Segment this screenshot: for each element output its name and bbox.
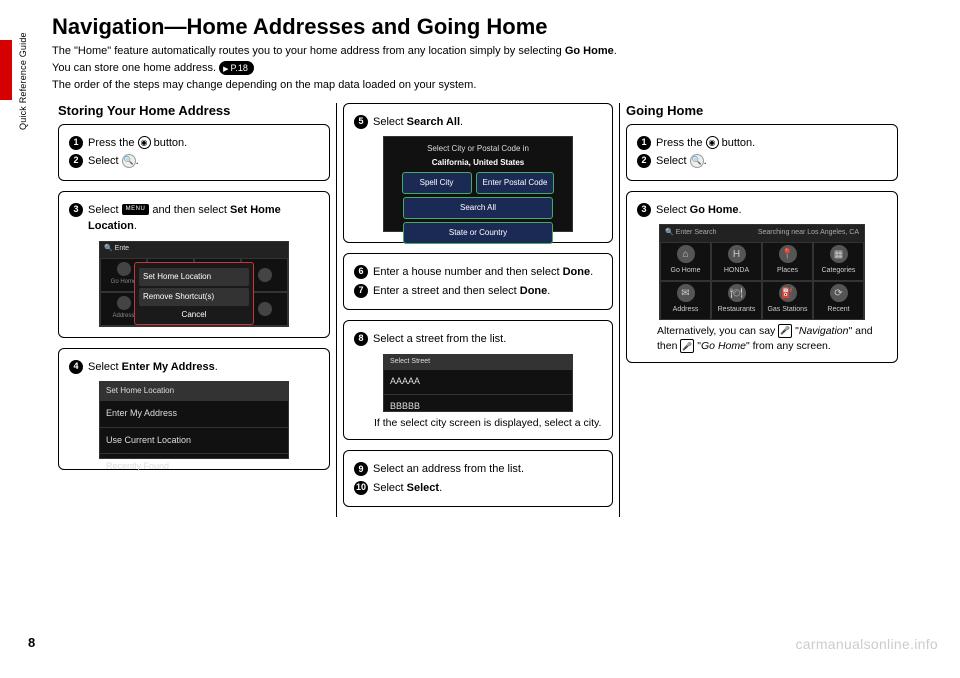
page-number: 8 [28, 635, 35, 650]
step-badge-9: 9 [354, 462, 368, 476]
screenshot-street-list: Select Street AAAAA BBBBB [383, 354, 573, 412]
screenshot-enter-my-address: Set Home Location Enter My Address Use C… [99, 381, 289, 459]
card-gh-steps-1-2: 1 Press the ◉ button. 2 Select 🔍. [626, 124, 898, 181]
column-1: Storing Your Home Address 1 Press the ◉ … [52, 103, 336, 481]
card-steps-9-10: 9 Select an address from the list. 10 Se… [343, 450, 613, 507]
step-5-text: Select Search All. [373, 114, 602, 131]
col3-heading: Going Home [626, 103, 898, 118]
gh-alt-note: Alternatively, you can say 🎤 "Navigation… [637, 322, 887, 354]
side-red-tab [0, 40, 12, 100]
card-steps-6-7: 6 Enter a house number and then select D… [343, 253, 613, 310]
gh-step-2-text: Select 🔍. [656, 153, 887, 170]
step-badge-3: 3 [69, 203, 83, 217]
step-badge-6: 6 [354, 265, 368, 279]
step-badge-2: 2 [69, 154, 83, 168]
gh-step-badge-3: 3 [637, 203, 651, 217]
page-ref-badge: P.18 [219, 61, 254, 75]
step-6-text: Enter a house number and then select Don… [373, 264, 602, 281]
search-icon: 🔍 [690, 154, 704, 168]
intro-line-3: The order of the steps may change depend… [52, 78, 938, 93]
section-label: Quick Reference Guide [18, 32, 28, 130]
step-3-text: Select MENU and then select Set Home Loc… [88, 202, 319, 235]
watermark: carmanualsonline.info [796, 636, 939, 652]
card-step-8: 8 Select a street from the list. Select … [343, 320, 613, 440]
intro-line-2: You can store one home address. P.18 [52, 61, 938, 76]
gh-step-1-text: Press the ◉ button. [656, 135, 887, 152]
step-1-text: Press the ◉ button. [88, 135, 319, 152]
col1-heading: Storing Your Home Address [58, 103, 330, 118]
voice-icon: 🎤 [680, 339, 694, 353]
page-content: Navigation—Home Addresses and Going Home… [52, 14, 938, 517]
column-3: Going Home 1 Press the ◉ button. 2 Selec… [620, 103, 904, 374]
step-badge-4: 4 [69, 360, 83, 374]
gh-step-3-text: Select Go Home. [656, 202, 887, 219]
step-7-text: Enter a street and then select Done. [373, 283, 602, 300]
step-badge-10: 10 [354, 481, 368, 495]
step-badge-8: 8 [354, 332, 368, 346]
gh-step-badge-1: 1 [637, 136, 651, 150]
screenshot-search-all: Select City or Postal Code in California… [383, 136, 573, 232]
card-steps-1-2: 1 Press the ◉ button. 2 Select 🔍. [58, 124, 330, 181]
step-8-note: If the select city screen is displayed, … [354, 414, 602, 432]
intro-block: The "Home" feature automatically routes … [52, 44, 938, 93]
voice-icon: 🎤 [778, 324, 792, 338]
nav-button-icon: ◉ [138, 136, 151, 149]
columns: Storing Your Home Address 1 Press the ◉ … [52, 103, 938, 518]
column-2: 5 Select Search All. Select City or Post… [336, 103, 620, 518]
step-2-text: Select 🔍. [88, 153, 319, 170]
screenshot-go-home: 🔍 Enter SearchSearching near Los Angeles… [659, 224, 865, 320]
nav-button-icon: ◉ [706, 136, 719, 149]
step-8-text: Select a street from the list. [373, 331, 602, 348]
gh-step-badge-2: 2 [637, 154, 651, 168]
intro-line-1: The "Home" feature automatically routes … [52, 44, 938, 59]
search-icon: 🔍 [122, 154, 136, 168]
card-gh-step-3: 3 Select Go Home. 🔍 Enter SearchSearchin… [626, 191, 898, 364]
step-10-text: Select Select. [373, 480, 602, 497]
step-badge-7: 7 [354, 284, 368, 298]
step-badge-1: 1 [69, 136, 83, 150]
step-badge-5: 5 [354, 115, 368, 129]
card-step-3: 3 Select MENU and then select Set Home L… [58, 191, 330, 338]
card-step-5: 5 Select Search All. Select City or Post… [343, 103, 613, 244]
screenshot-set-home-menu: 🔍 Ente Go Home Categories Address Set Ho… [99, 241, 289, 327]
step-9-text: Select an address from the list. [373, 461, 602, 478]
step-4-text: Select Enter My Address. [88, 359, 319, 376]
menu-button-icon: MENU [122, 204, 150, 215]
card-step-4: 4 Select Enter My Address. Set Home Loca… [58, 348, 330, 471]
page-title: Navigation—Home Addresses and Going Home [52, 14, 938, 40]
